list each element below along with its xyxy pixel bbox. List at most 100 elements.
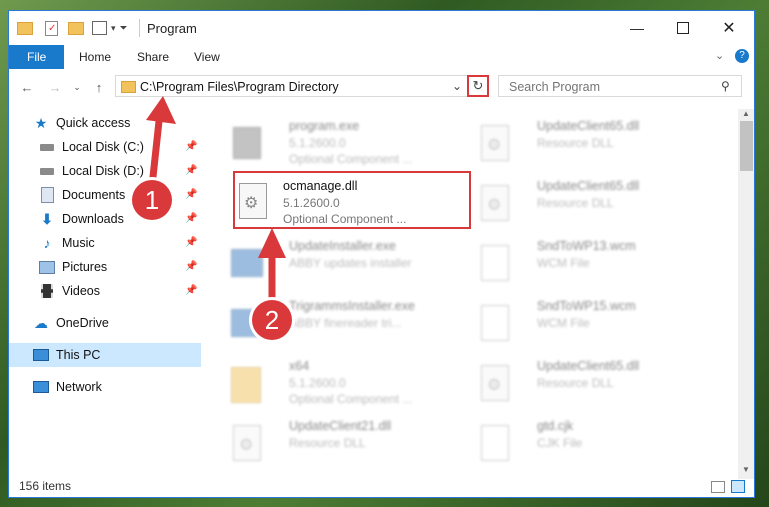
maximize-button[interactable] xyxy=(660,11,706,45)
chevron-down-icon[interactable]: ▾ xyxy=(111,23,116,34)
folder-icon xyxy=(227,361,263,405)
file-name: UpdateClient65.dll xyxy=(537,179,640,193)
sidebar-item-documents[interactable]: Documents 📌 xyxy=(9,183,201,207)
maximize-icon xyxy=(677,22,689,34)
sidebar-item-onedrive[interactable]: ☁ OneDrive xyxy=(9,311,201,335)
file-name: UpdateInstaller.exe xyxy=(289,239,397,253)
vertical-scrollbar[interactable]: ▲ ▼ xyxy=(738,109,754,479)
file-version: 5.1.2600.0 xyxy=(289,376,346,390)
minimize-button[interactable]: — xyxy=(614,11,660,45)
search-icon[interactable]: ⚲ xyxy=(721,79,730,93)
file-type: Resource DLL xyxy=(537,376,614,390)
sidebar-item-label: Local Disk (C:) xyxy=(62,140,144,154)
file-item-updateclient65-dll[interactable]: ⚙ UpdateClient65.dll Resource DLL xyxy=(471,113,701,171)
window-title: Program xyxy=(147,21,197,36)
sidebar-item-quick-access[interactable]: ★ Quick access xyxy=(9,111,201,135)
file-description: ABBY updates installer xyxy=(289,256,412,270)
sidebar-item-music[interactable]: ♪ Music 📌 xyxy=(9,231,201,255)
file-item-program-exe[interactable]: program.exe 5.1.2600.0 Optional Componen… xyxy=(223,113,453,171)
sidebar-item-videos[interactable]: Videos 📌 xyxy=(9,279,201,303)
file-item-updateclient65-dll[interactable]: ⚙ UpdateClient65.dll Resource DLL xyxy=(471,173,701,231)
tab-view[interactable]: View xyxy=(180,45,234,69)
customize-toolbar-icon[interactable]: ⏷ xyxy=(120,23,128,34)
search-box[interactable]: ⚲ xyxy=(498,75,742,97)
file-name: UpdateClient65.dll xyxy=(537,119,640,133)
sidebar-item-label: Downloads xyxy=(62,212,124,226)
file-version: 5.1.2600.0 xyxy=(283,196,340,210)
file-item-updateclient21-dll[interactable]: ⚙ UpdateClient21.dll Resource DLL xyxy=(223,413,453,471)
file-version: 5.1.2600.0 xyxy=(289,136,346,150)
file-item-sndtowp15-wcm[interactable]: SndToWP15.wcm WCM File xyxy=(471,293,701,351)
expand-ribbon-icon[interactable]: ⌄ xyxy=(715,49,724,62)
explorer-window: ✓ ▾ ⏷ Program — ✕ File Home Share View ⌄… xyxy=(8,10,755,498)
pin-icon[interactable]: 📌 xyxy=(185,165,197,176)
file-item-ocmanage-dll[interactable]: ⚙ ocmanage.dll 5.1.2600.0 Optional Compo… xyxy=(233,171,471,229)
arrow-left-icon: ← xyxy=(20,79,34,95)
sidebar-item-label: Videos xyxy=(62,284,100,298)
chevron-down-icon[interactable]: ⌄ xyxy=(452,79,462,93)
sidebar-item-label: Quick access xyxy=(56,116,131,130)
sidebar-item-local-disk-c[interactable]: Local Disk (C:) 📌 xyxy=(9,135,201,159)
file-item-gtd-cjk[interactable]: gtd.cjk CJK File xyxy=(471,413,701,471)
minimize-icon: — xyxy=(630,20,644,36)
pin-icon[interactable]: 📌 xyxy=(185,285,197,296)
refresh-icon: ↻ xyxy=(472,78,484,93)
quick-access-toolbar: ✓ ▾ ⏷ xyxy=(17,20,128,36)
new-folder-icon[interactable] xyxy=(68,21,84,35)
recent-locations-button[interactable]: ⌄ xyxy=(67,77,87,97)
file-item-x64-folder[interactable]: x64 5.1.2600.0 Optional Component ... xyxy=(223,353,453,411)
details-view-icon[interactable] xyxy=(711,481,725,493)
annotation-badge-2: 2 xyxy=(252,300,292,340)
file-type: CJK File xyxy=(537,436,583,450)
refresh-button[interactable]: ↻ xyxy=(467,75,489,97)
scroll-down-icon[interactable]: ▼ xyxy=(742,465,750,474)
pin-icon[interactable]: 📌 xyxy=(185,213,197,224)
pin-icon[interactable]: 📌 xyxy=(185,237,197,248)
tab-file[interactable]: File xyxy=(9,45,65,69)
address-bar[interactable]: C:\Program Files\Program Directory ⌄ xyxy=(115,75,489,97)
arrow-right-icon: → xyxy=(48,79,62,95)
navigation-bar: ← → ⌄ ↑ C:\Program Files\Program Directo… xyxy=(9,73,754,101)
large-icons-view-icon[interactable] xyxy=(731,480,745,493)
sidebar-item-pictures[interactable]: Pictures 📌 xyxy=(9,255,201,279)
back-button[interactable]: ← xyxy=(17,77,37,97)
title-bar: ✓ ▾ ⏷ Program — ✕ xyxy=(9,11,754,45)
view-options-icon[interactable] xyxy=(92,21,107,35)
exe-icon xyxy=(227,241,263,285)
tab-share[interactable]: Share xyxy=(123,45,183,69)
search-input[interactable] xyxy=(507,78,711,96)
computer-icon xyxy=(33,347,49,363)
file-description: ABBY finereader tri... xyxy=(289,316,402,330)
folder-icon[interactable] xyxy=(17,21,33,35)
file-type: Resource DLL xyxy=(537,196,614,210)
file-item-updateinstaller-exe[interactable]: UpdateInstaller.exe ABBY updates install… xyxy=(223,233,453,291)
chevron-down-icon: ⌄ xyxy=(73,81,81,92)
videos-icon xyxy=(39,283,55,299)
up-button[interactable]: ↑ xyxy=(89,77,109,97)
file-item-updateclient65-dll[interactable]: ⚙ UpdateClient65.dll Resource DLL xyxy=(471,353,701,411)
forward-button[interactable]: → xyxy=(45,77,65,97)
file-item-sndtowp13-wcm[interactable]: SndToWP13.wcm WCM File xyxy=(471,233,701,291)
sidebar-item-label: Music xyxy=(62,236,95,250)
dll-icon: ⚙ xyxy=(239,181,275,225)
properties-icon[interactable]: ✓ xyxy=(45,20,58,36)
sidebar-item-label: Pictures xyxy=(62,260,108,274)
close-button[interactable]: ✕ xyxy=(706,11,752,45)
file-icon xyxy=(475,241,511,285)
arrow-up-icon: ↑ xyxy=(95,79,103,95)
scrollbar-thumb[interactable] xyxy=(740,121,753,171)
sidebar-item-downloads[interactable]: ⬇ Downloads 📌 xyxy=(9,207,201,231)
scroll-up-icon[interactable]: ▲ xyxy=(742,109,750,118)
sidebar-item-network[interactable]: Network xyxy=(9,375,201,399)
pin-icon[interactable]: 📌 xyxy=(185,261,197,272)
pin-icon[interactable]: 📌 xyxy=(185,189,197,200)
sidebar-item-local-disk-d[interactable]: Local Disk (D:) 📌 xyxy=(9,159,201,183)
dll-icon: ⚙ xyxy=(227,421,263,465)
tab-home[interactable]: Home xyxy=(65,45,125,69)
file-name: gtd.cjk xyxy=(537,419,574,433)
sidebar-item-this-pc[interactable]: This PC xyxy=(9,343,201,367)
help-icon[interactable]: ? xyxy=(735,49,749,63)
file-name: x64 xyxy=(289,359,310,373)
pin-icon[interactable]: 📌 xyxy=(185,141,197,152)
file-name: ocmanage.dll xyxy=(283,179,358,193)
